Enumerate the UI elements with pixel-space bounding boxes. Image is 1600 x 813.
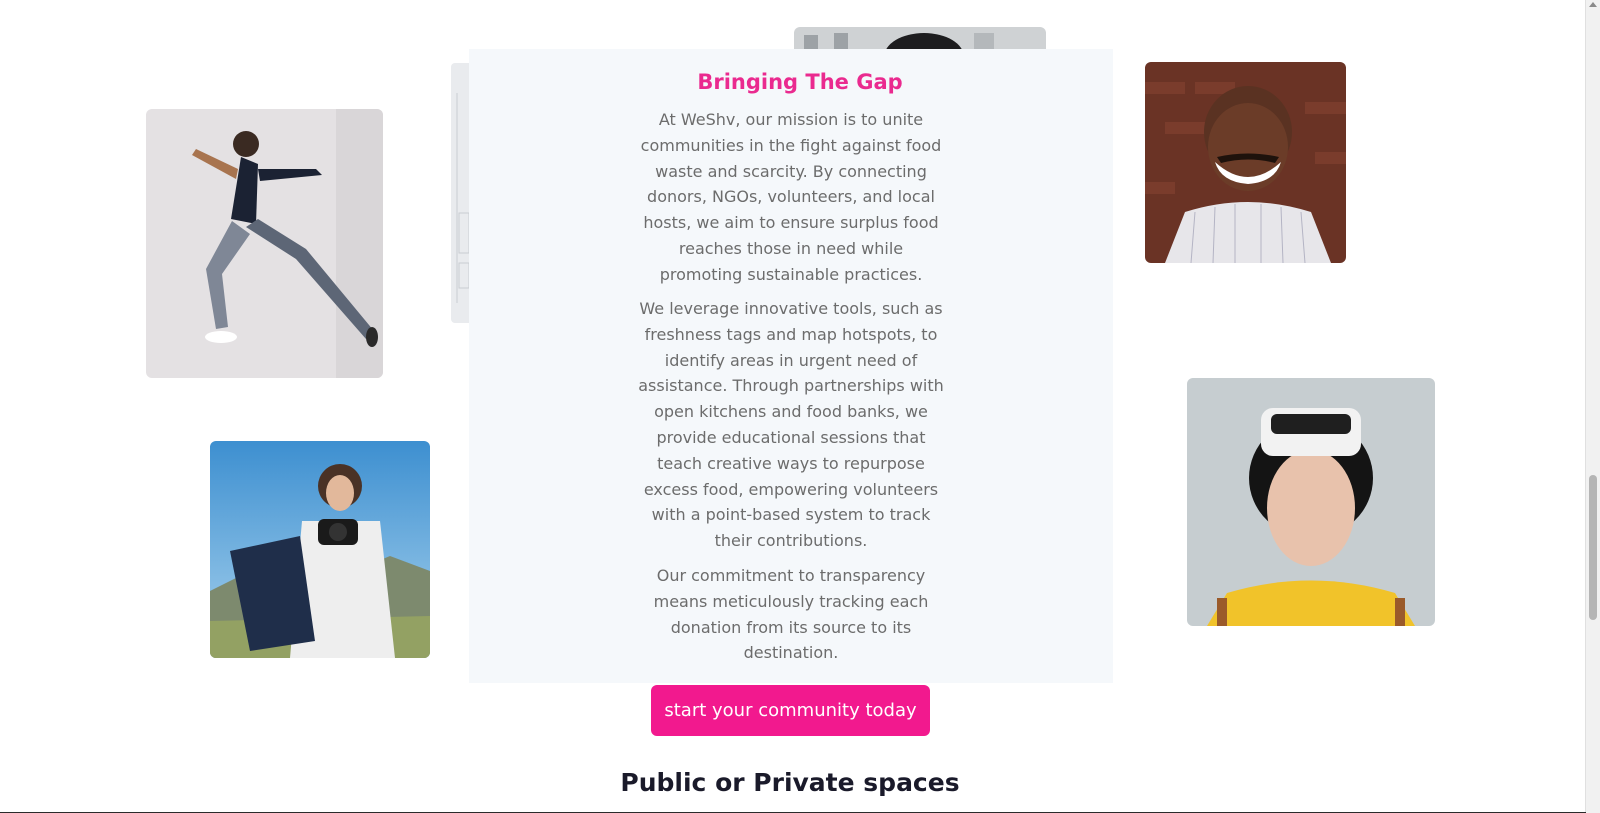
mission-title: Bringing The Gap [697,70,903,94]
mission-paragraph-2: We leverage innovative tools, such as fr… [638,299,944,551]
mission-paragraph-1: At WeShv, our mission is to unite commun… [640,110,942,284]
runner-photo [146,109,383,378]
mission-paragraph-3: Our commitment to transparency means met… [653,566,929,663]
scrollbar-thumb[interactable] [1589,475,1597,620]
page-scrollbar[interactable] [1585,0,1600,813]
camera-woman-photo [210,441,430,658]
scroll-up-arrow-icon[interactable] [1589,2,1597,7]
vr-headset-man-photo [1187,378,1435,626]
start-community-button[interactable]: start your community today [651,685,930,736]
section-heading: Public or Private spaces [620,768,960,797]
